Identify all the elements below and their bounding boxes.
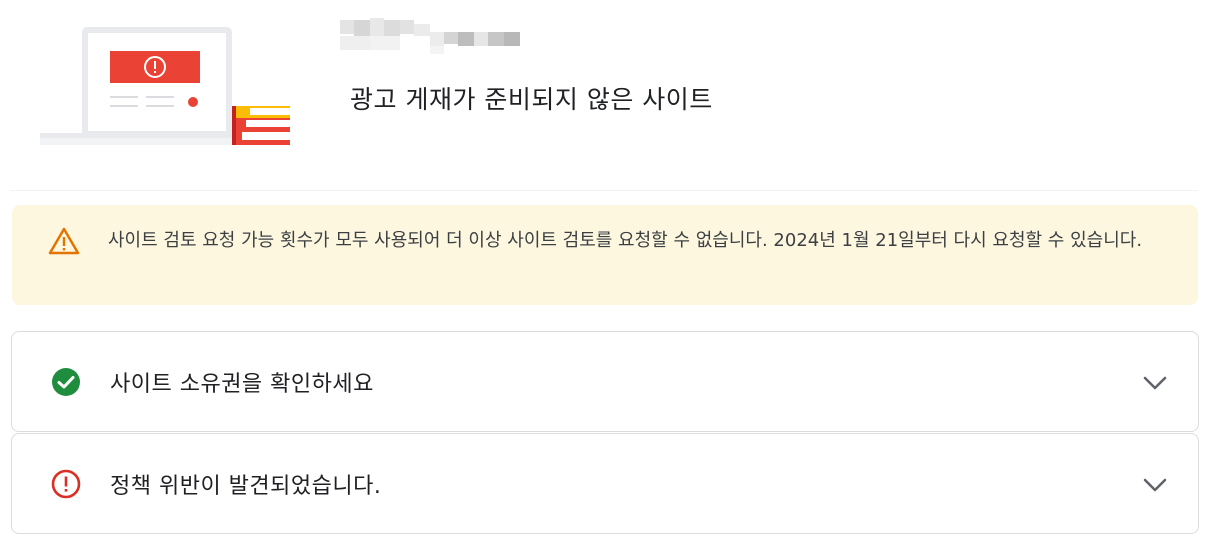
blurred-site-name: [340, 18, 520, 54]
review-limit-warning: 사이트 검토 요청 가능 횟수가 모두 사용되어 더 이상 사이트 검토를 요청…: [12, 205, 1198, 305]
error-circle-icon: [51, 469, 81, 499]
site-not-ready-illustration: [40, 27, 290, 145]
chevron-down-icon[interactable]: [1140, 368, 1170, 398]
header-divider: [10, 190, 1198, 191]
page-header: 광고 게재가 준비되지 않은 사이트: [0, 0, 1208, 190]
check-circle-icon: [52, 368, 80, 396]
policy-violation-panel[interactable]: 정책 위반이 발견되었습니다.: [11, 433, 1199, 534]
site-ownership-panel[interactable]: 사이트 소유권을 확인하세요: [11, 331, 1199, 432]
policy-violation-label: 정책 위반이 발견되었습니다.: [110, 474, 382, 499]
page-title: 광고 게재가 준비되지 않은 사이트: [350, 85, 713, 114]
warning-message: 사이트 검토 요청 가능 횟수가 모두 사용되어 더 이상 사이트 검토를 요청…: [108, 230, 1143, 251]
site-ownership-label: 사이트 소유권을 확인하세요: [110, 372, 374, 397]
chevron-down-icon[interactable]: [1140, 470, 1170, 500]
warning-triangle-icon: [48, 227, 80, 255]
